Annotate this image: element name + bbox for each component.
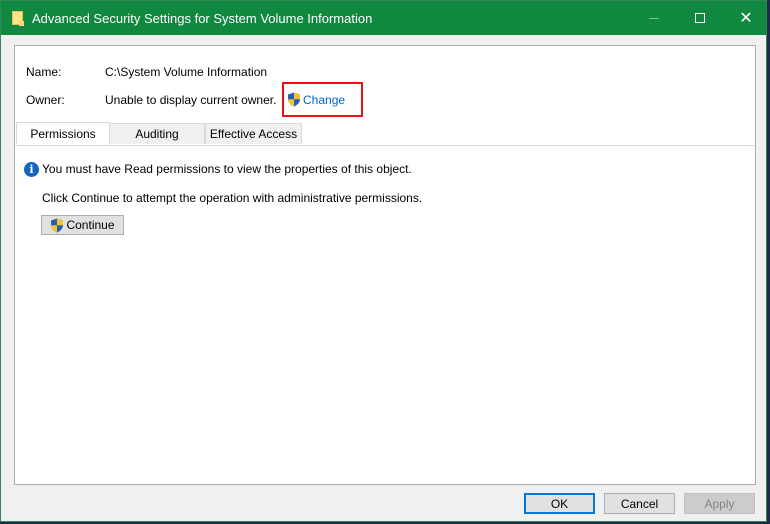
owner-value: Unable to display current owner. xyxy=(105,93,277,107)
window-title: Advanced Security Settings for System Vo… xyxy=(32,11,373,26)
continue-button-label: Continue xyxy=(66,218,115,232)
continue-hint: Click Continue to attempt the operation … xyxy=(42,191,423,205)
name-label: Name: xyxy=(26,65,62,79)
close-button[interactable]: ✕ xyxy=(723,1,769,35)
maximize-button[interactable] xyxy=(677,1,723,35)
minimize-icon xyxy=(649,17,659,19)
folder-icon xyxy=(12,11,24,26)
change-owner-link[interactable]: Change xyxy=(287,92,345,107)
cancel-button[interactable]: Cancel xyxy=(604,493,675,514)
advanced-security-settings-dialog: Advanced Security Settings for System Vo… xyxy=(0,0,767,522)
uac-shield-icon xyxy=(51,218,64,232)
tab-strip: Permissions Auditing Effective Access xyxy=(15,122,755,146)
maximize-icon xyxy=(695,13,705,23)
tab-effective-access[interactable]: Effective Access xyxy=(205,123,302,144)
tab-auditing[interactable]: Auditing xyxy=(109,123,205,144)
info-message: You must have Read permissions to view t… xyxy=(42,162,412,176)
name-value: C:\System Volume Information xyxy=(105,65,268,79)
apply-button[interactable]: Apply xyxy=(684,493,755,514)
info-icon: i xyxy=(24,162,39,177)
minimize-button[interactable] xyxy=(631,1,677,35)
change-link-label: Change xyxy=(303,92,346,107)
ok-button[interactable]: OK xyxy=(524,493,595,514)
close-icon: ✕ xyxy=(739,10,753,27)
continue-button[interactable]: Continue xyxy=(41,215,124,235)
tab-permissions[interactable]: Permissions xyxy=(16,122,110,145)
title-bar[interactable]: Advanced Security Settings for System Vo… xyxy=(1,1,766,35)
uac-shield-icon xyxy=(288,92,300,107)
owner-label: Owner: xyxy=(26,93,65,107)
content-panel: Name: C:\System Volume Information Owner… xyxy=(14,45,756,485)
